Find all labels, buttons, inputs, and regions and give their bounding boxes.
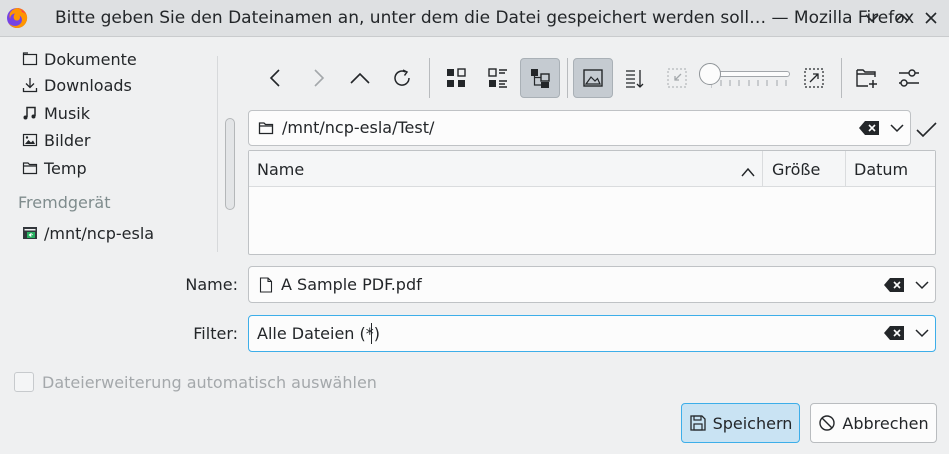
- sidebar-divider: [217, 56, 218, 252]
- toolbar-separator: [429, 58, 430, 98]
- column-header-date[interactable]: Datum: [854, 151, 908, 187]
- picture-icon: [22, 132, 38, 148]
- network-drive-icon: [22, 225, 38, 241]
- sidebar-item-label: Musik: [44, 103, 90, 123]
- path-dropdown-icon[interactable]: [886, 117, 908, 139]
- sidebar-item-downloads[interactable]: Downloads: [22, 73, 132, 97]
- icon-view-button[interactable]: [436, 58, 476, 98]
- minimize-icon[interactable]: [861, 7, 883, 29]
- text-cursor: [371, 323, 372, 344]
- zoom-reset-button[interactable]: [657, 58, 697, 98]
- save-icon: [689, 414, 707, 432]
- sidebar-item-bilder[interactable]: Bilder: [22, 128, 90, 152]
- confirm-path-icon[interactable]: [914, 117, 938, 141]
- file-list-header: [249, 151, 935, 187]
- firefox-logo-icon: [6, 7, 28, 29]
- compact-view-button[interactable]: [478, 58, 518, 98]
- filter-label: Filter:: [193, 324, 238, 343]
- compact-view-icon: [488, 68, 507, 88]
- save-button[interactable]: Speichern: [681, 403, 800, 443]
- forward-icon: [314, 69, 325, 87]
- zoom-reset-icon: [667, 68, 687, 88]
- reload-button[interactable]: [382, 58, 422, 98]
- folder-icon: [258, 120, 274, 136]
- zoom-slider-handle[interactable]: [699, 63, 721, 85]
- column-header-size[interactable]: Größe: [772, 151, 820, 187]
- cancel-button[interactable]: Abbrechen: [810, 403, 937, 443]
- sort-button[interactable]: [615, 58, 655, 98]
- sidebar-item-ncp-esla[interactable]: /mnt/ncp-esla: [22, 221, 154, 245]
- music-note-icon: [22, 105, 38, 121]
- reload-icon: [394, 69, 410, 86]
- file-icon: [259, 277, 273, 293]
- name-label: Name:: [185, 275, 238, 294]
- sidebar-item-label: Dokumente: [44, 49, 137, 69]
- tree-view-button[interactable]: [520, 58, 560, 98]
- sidebar-heading-remote: Fremdgerät: [18, 193, 111, 212]
- new-folder-button[interactable]: [847, 58, 887, 98]
- preview-button[interactable]: [573, 58, 613, 98]
- filter-input[interactable]: Alle Dateien (*): [257, 324, 380, 343]
- zoom-button[interactable]: [794, 58, 834, 98]
- column-separator: [762, 151, 763, 187]
- sort-ascending-icon: [741, 163, 755, 177]
- toolbar-separator: [567, 58, 568, 98]
- sidebar-item-label: Downloads: [44, 75, 132, 95]
- new-folder-icon: [856, 69, 877, 88]
- cancel-icon: [818, 414, 836, 432]
- sidebar-item-musik[interactable]: Musik: [22, 101, 90, 125]
- sidebar-item-dokumente[interactable]: Dokumente: [22, 47, 137, 71]
- name-input[interactable]: A Sample PDF.pdf: [281, 275, 422, 294]
- preview-icon: [583, 69, 603, 87]
- back-button[interactable]: [256, 58, 296, 98]
- maximize-icon[interactable]: [891, 7, 913, 29]
- sort-icon: [626, 70, 644, 88]
- options-button[interactable]: [889, 58, 929, 98]
- up-icon: [350, 72, 370, 84]
- tree-view-icon: [531, 69, 550, 88]
- column-separator: [845, 151, 846, 187]
- back-icon: [269, 69, 280, 87]
- save-button-label: Speichern: [712, 413, 793, 433]
- close-icon[interactable]: [920, 7, 942, 29]
- clear-path-icon[interactable]: [858, 117, 880, 139]
- filter-dropdown-icon[interactable]: [911, 322, 933, 344]
- sidebar-scrollbar[interactable]: [225, 118, 235, 210]
- zoom-icon: [804, 68, 824, 88]
- options-icon: [899, 69, 919, 87]
- path-input[interactable]: /mnt/ncp-esla/Test/: [282, 118, 434, 137]
- forward-button[interactable]: [298, 58, 338, 98]
- up-button[interactable]: [340, 58, 380, 98]
- sidebar-item-label: /mnt/ncp-esla: [44, 223, 155, 243]
- sidebar-item-label: Temp: [44, 158, 87, 178]
- clear-filter-icon[interactable]: [883, 322, 905, 344]
- window-title: Bitte geben Sie den Dateinamen an, unter…: [55, 8, 915, 28]
- sidebar-item-label: Bilder: [44, 130, 91, 150]
- column-header-name[interactable]: Name: [257, 151, 304, 187]
- name-dropdown-icon[interactable]: [911, 274, 933, 296]
- auto-extension-checkbox[interactable]: [14, 372, 34, 392]
- sidebar-item-temp[interactable]: Temp: [22, 156, 87, 180]
- folder-icon: [22, 160, 38, 176]
- zoom-slider-ticks: [711, 80, 787, 88]
- download-icon: [22, 77, 38, 93]
- cancel-button-label: Abbrechen: [842, 413, 929, 433]
- document-folder-icon: [22, 51, 38, 67]
- toolbar-separator: [841, 58, 842, 98]
- auto-extension-label: Dateierweiterung automatisch auswählen: [42, 373, 377, 392]
- clear-name-icon[interactable]: [883, 274, 905, 296]
- icon-view-icon: [447, 68, 466, 87]
